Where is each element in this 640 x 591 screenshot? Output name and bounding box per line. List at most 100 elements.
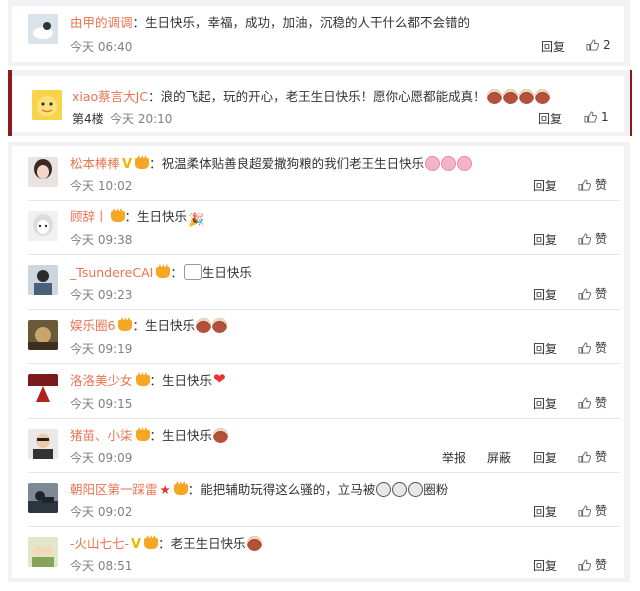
reply-button[interactable]: 回复: [533, 451, 557, 465]
reply-button[interactable]: 回复: [533, 559, 557, 573]
like-label: 赞: [595, 178, 608, 192]
block-button[interactable]: 屏蔽: [487, 451, 511, 465]
avatar[interactable]: [28, 429, 58, 459]
vip-crown-icon: [135, 375, 150, 386]
username[interactable]: 由甲的调调: [70, 15, 133, 30]
vip-crown-icon: [173, 484, 188, 495]
username[interactable]: _TsundereCAI: [70, 265, 153, 280]
separator: ：: [148, 89, 161, 104]
pig-emoji-icon: [457, 156, 473, 171]
comment-text: 浪的飞起，玩的开心，老王生日快乐！愿你心愿都能成真！: [160, 89, 486, 104]
reply-button[interactable]: 回复: [533, 179, 557, 193]
divider: [28, 418, 620, 419]
reply-button[interactable]: 回复: [533, 288, 557, 302]
like-button[interactable]: 赞: [578, 178, 607, 192]
comment-text: 能把辅助玩得这么骚的，立马被: [200, 482, 376, 497]
separator: ：: [132, 318, 145, 333]
username[interactable]: xiao蔡言大JC: [72, 89, 148, 104]
username[interactable]: -火山七七-: [70, 536, 129, 551]
avatar[interactable]: [28, 320, 58, 350]
star-icon: ★: [159, 482, 171, 497]
comment-time: 今天 06:40: [70, 40, 133, 54]
thumbs-up-icon: [578, 505, 591, 517]
like-label: 赞: [595, 450, 608, 464]
comment-time: 今天 09:19: [70, 342, 133, 356]
cake-emoji-icon: [502, 89, 518, 104]
username[interactable]: 松本棒棒: [70, 156, 120, 171]
pig-emoji-icon: [441, 156, 457, 171]
cake-emoji-icon: [211, 318, 227, 333]
like-label: 赞: [595, 396, 608, 410]
avatar[interactable]: [28, 157, 58, 187]
reply-button[interactable]: 回复: [533, 505, 557, 519]
cake-emoji-icon: [486, 89, 502, 104]
avatar[interactable]: [28, 211, 58, 241]
report-button[interactable]: 举报: [442, 451, 466, 465]
reply-button[interactable]: 回复: [538, 112, 562, 126]
thumbs-up-icon: [578, 179, 591, 191]
thumbs-up-icon: [578, 233, 591, 245]
like-button[interactable]: 赞: [578, 232, 607, 246]
like-count: 2: [603, 38, 611, 52]
username[interactable]: 洛洛美少女: [70, 373, 133, 388]
cake-emoji-icon: [195, 318, 211, 333]
like-button[interactable]: 赞: [578, 450, 607, 464]
username[interactable]: 娱乐圈6: [70, 318, 115, 333]
vip-crown-icon: [135, 430, 150, 441]
comment-time: 今天 08:51: [70, 559, 133, 573]
vip-crown-icon: [144, 538, 159, 549]
like-button[interactable]: 1: [584, 110, 609, 124]
comment-text: 生日快乐: [162, 373, 213, 388]
highlight-bar-right: [630, 70, 632, 136]
birthday-cake-emoji-icon: [183, 264, 202, 280]
reply-button[interactable]: 回复: [533, 397, 557, 411]
reply-button[interactable]: 回复: [533, 233, 557, 247]
like-button[interactable]: 赞: [578, 287, 607, 301]
face-emoji-icon: [392, 482, 408, 497]
separator: ：: [149, 428, 163, 443]
face-emoji-icon: [376, 482, 392, 497]
separator: ：: [158, 536, 171, 551]
comment-text: 祝温柔体贴善良超爱撒狗粮的我们老王生日快乐: [161, 156, 425, 171]
vip-crown-icon: [110, 211, 125, 222]
avatar[interactable]: [28, 265, 58, 295]
thumbs-up-icon: [578, 559, 591, 571]
cake-emoji-icon: [213, 428, 229, 443]
like-button[interactable]: 赞: [578, 396, 607, 410]
comment-text-tail: 圈粉: [423, 482, 449, 497]
reply-button[interactable]: 回复: [533, 342, 557, 356]
like-button[interactable]: 赞: [578, 504, 607, 518]
floor-number: 第4楼: [72, 112, 104, 126]
face-emoji-icon: [408, 482, 424, 497]
like-button[interactable]: 赞: [578, 558, 607, 572]
vip-crown-icon: [135, 158, 150, 169]
like-label: 赞: [595, 504, 608, 518]
reply-button[interactable]: 回复: [541, 40, 565, 54]
vip-crown-icon: [156, 267, 171, 278]
vip-crown-icon: [118, 320, 133, 331]
separator: ：: [149, 373, 163, 388]
cake-emoji-icon: [534, 89, 550, 104]
thumbs-up-icon: [578, 342, 591, 354]
username[interactable]: 顾辞丨: [70, 209, 108, 224]
username[interactable]: 猪苗、小柒: [70, 428, 133, 443]
divider: [28, 472, 620, 473]
like-label: 赞: [595, 558, 608, 572]
comment-time: 今天 09:02: [70, 505, 133, 519]
like-button[interactable]: 赞: [578, 341, 607, 355]
thumbs-up-icon: [584, 111, 597, 123]
avatar[interactable]: [28, 14, 58, 44]
cake-emoji-icon: [518, 89, 534, 104]
avatar[interactable]: [32, 90, 62, 120]
avatar[interactable]: [28, 483, 58, 513]
comment-time: 今天 09:09: [70, 451, 133, 465]
avatar[interactable]: [28, 537, 58, 567]
username[interactable]: 朝阳区第一踩雷: [70, 482, 158, 497]
avatar[interactable]: [28, 374, 58, 404]
heart-emoji-icon: [213, 371, 229, 388]
thumbs-up-icon: [578, 451, 591, 463]
like-button[interactable]: 2: [586, 38, 611, 52]
comment-time: 今天 09:38: [70, 233, 133, 247]
thumbs-up-icon: [578, 288, 591, 300]
comment-text: 生日快乐: [201, 265, 252, 280]
